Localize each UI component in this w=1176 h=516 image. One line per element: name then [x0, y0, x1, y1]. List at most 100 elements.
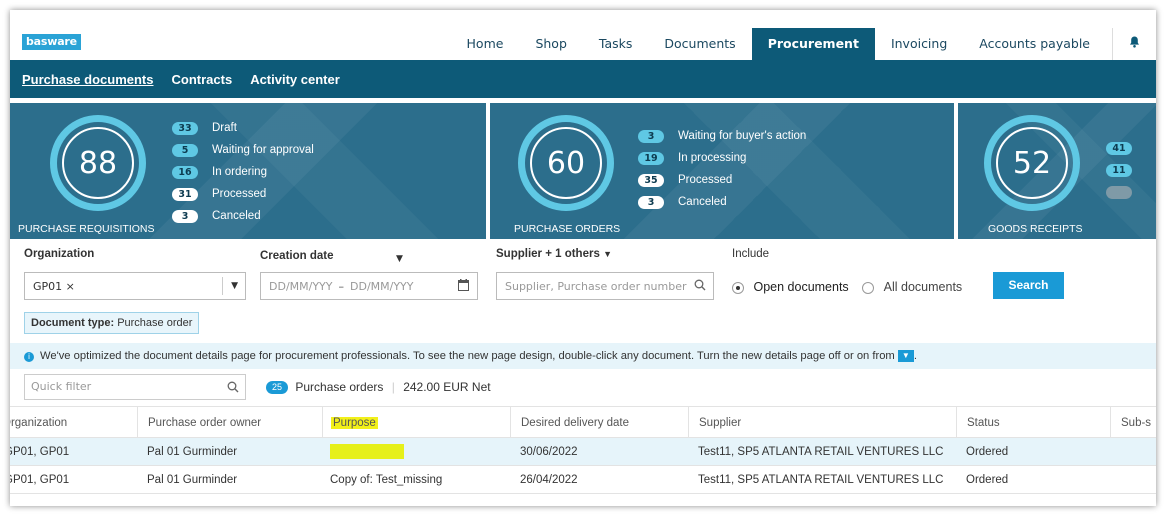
cell-delivery-date: 30/06/2022 — [520, 446, 578, 458]
orders-label: PURCHASE ORDERS — [514, 223, 621, 235]
basware-logo[interactable]: basware — [22, 34, 81, 50]
nav-tasks[interactable]: Tasks — [583, 28, 649, 60]
organization-value: GP01 × — [33, 279, 75, 293]
cell-owner: Pal 01 Gurminder — [147, 474, 238, 486]
legend-row[interactable]: 3 Waiting for buyer's action — [638, 125, 806, 147]
legend-row[interactable]: 33 Draft — [172, 117, 314, 139]
legend-row[interactable]: 3 Canceled — [638, 191, 806, 213]
chip-value: Purchase order — [117, 317, 193, 329]
requisitions-total: 88 — [78, 145, 118, 181]
supplier-search-input[interactable]: Supplier, Purchase order number — [496, 272, 714, 300]
tab-contracts[interactable]: Contracts — [172, 72, 233, 87]
col-purpose[interactable]: Purpose — [322, 407, 510, 437]
include-options: Open documents All documents — [732, 280, 962, 294]
search-button[interactable]: Search — [993, 272, 1064, 299]
include-label: Include — [732, 248, 770, 260]
bell-icon[interactable] — [1112, 28, 1156, 60]
count-pill: 16 — [172, 165, 198, 179]
legend-label: Waiting for approval — [212, 144, 314, 156]
legend-row[interactable]: 5 Waiting for approval — [172, 139, 314, 161]
chevron-down-icon[interactable]: ▼ — [396, 254, 403, 264]
col-organization-label: Organization — [10, 417, 68, 429]
count-pill: 35 — [638, 173, 664, 187]
open-documents-radio[interactable] — [732, 281, 744, 294]
legend-label: In processing — [678, 152, 747, 164]
legend-row[interactable]: 16 In ordering — [172, 161, 314, 183]
info-text: We've optimized the document details pag… — [40, 350, 895, 362]
nav-accounts-payable[interactable]: Accounts payable — [963, 28, 1106, 60]
orders-legend: 3 Waiting for buyer's action 19 In process… — [638, 125, 806, 213]
chevron-down-icon[interactable]: ▼ — [231, 281, 238, 291]
all-documents-radio[interactable] — [862, 281, 875, 294]
receipts-legend: 41 11 0 — [1106, 137, 1146, 203]
legend-row[interactable]: 3 Canceled — [172, 205, 314, 227]
table-header: Organization Purchase order owner Purpos… — [10, 406, 1156, 438]
sub-nav: Purchase documents Contracts Activity ce… — [10, 60, 1156, 98]
creation-date-label: Creation date — [260, 250, 334, 262]
calendar-icon[interactable] — [458, 279, 469, 294]
creation-date-range[interactable]: DD/MM/YYY – DD/MM/YYY — [260, 272, 478, 300]
col-delivery-date[interactable]: Desired delivery date — [510, 407, 688, 437]
legend-row[interactable]: 35 Processed — [638, 169, 806, 191]
cell-purpose — [330, 438, 510, 465]
cell-organization: GP01, GP01 — [10, 474, 70, 486]
purpose-highlight — [330, 444, 404, 460]
legend-row[interactable]: 0 — [1106, 181, 1146, 203]
requisitions-label: PURCHASE REQUISITIONS — [18, 223, 155, 235]
info-period: . — [913, 350, 917, 362]
nav-procurement[interactable]: Procurement — [751, 28, 875, 60]
col-supplier[interactable]: Supplier — [688, 407, 956, 437]
organization-label: Organization — [24, 248, 95, 260]
divider: | — [391, 380, 395, 394]
nav-invoicing[interactable]: Invoicing — [875, 28, 963, 60]
legend-label: In ordering — [212, 166, 267, 178]
all-documents-label[interactable]: All documents — [884, 280, 963, 294]
filter-bar: Organization GP01 × ▼ Creation date ▼ DD… — [10, 244, 1156, 304]
table-row[interactable]: GP01, GP01 Pal 01 Gurminder Copy of: Tes… — [10, 466, 1156, 494]
count-pill: 33 — [172, 121, 198, 135]
cell-status: Ordered — [966, 474, 1009, 486]
search-icon[interactable] — [694, 279, 706, 294]
summary-tiles: 88 PURCHASE REQUISITIONS 33 Draft 5 Waitin… — [10, 103, 1156, 239]
cell-organization: GP01, GP01 — [10, 446, 70, 458]
tab-purchase-documents[interactable]: Purchase documents — [22, 72, 154, 87]
count-pill: 0 — [1106, 185, 1132, 199]
open-documents-label[interactable]: Open documents — [753, 280, 848, 294]
col-owner[interactable]: Purchase order owner — [137, 407, 321, 437]
nav-home[interactable]: Home — [451, 28, 520, 60]
tile-purchase-orders[interactable]: 60 PURCHASE ORDERS 3 Waiting for buyer's … — [490, 103, 954, 239]
document-type-chip[interactable]: Document type: Purchase order — [24, 312, 200, 334]
tile-goods-receipts[interactable]: 52 GOODS RECEIPTS 41 11 0 — [958, 103, 1156, 239]
nav-documents[interactable]: Documents — [648, 28, 751, 60]
quick-filter-input[interactable]: Quick filter — [24, 374, 246, 400]
legend-label: Waiting for buyer's action — [678, 130, 807, 142]
legend-row[interactable]: 11 — [1106, 159, 1146, 181]
settings-dropdown-icon[interactable]: ▼ — [897, 350, 914, 363]
col-status[interactable]: Status — [956, 407, 1110, 437]
chip-key: Document type: — [31, 317, 115, 329]
legend-label: Draft — [212, 122, 237, 134]
info-icon: i — [24, 352, 34, 362]
receipts-ring: 52 — [984, 115, 1080, 211]
col-organization[interactable]: Organization — [10, 407, 134, 437]
legend-label: Canceled — [212, 210, 261, 222]
tab-activity-center[interactable]: Activity center — [250, 72, 340, 87]
count-pill: 31 — [172, 187, 198, 201]
tile-purchase-requisitions[interactable]: 88 PURCHASE REQUISITIONS 33 Draft 5 Waitin… — [10, 103, 486, 239]
date-to-input[interactable]: DD/MM/YYY — [350, 280, 414, 293]
legend-row[interactable]: 19 In processing — [638, 147, 806, 169]
organization-select[interactable]: GP01 × ▼ — [24, 272, 246, 300]
cell-supplier: Test11, SP5 ATLANTA RETAIL VENTURES LLC — [698, 474, 944, 486]
count-pill: 3 — [172, 209, 198, 223]
table-row[interactable]: GP01, GP01 Pal 01 Gurminder 30/06/2022 T… — [10, 438, 1156, 466]
search-icon[interactable] — [227, 375, 239, 399]
quick-filter-placeholder: Quick filter — [31, 380, 92, 393]
count-pill: 5 — [172, 143, 198, 157]
col-sub-status[interactable]: Sub-s — [1110, 407, 1156, 437]
legend-row[interactable]: 31 Processed — [172, 183, 314, 205]
nav-shop[interactable]: Shop — [519, 28, 582, 60]
date-from-input[interactable]: DD/MM/YYY — [269, 280, 333, 293]
count-pill: 11 — [1106, 163, 1132, 177]
legend-row[interactable]: 41 — [1106, 137, 1146, 159]
supplier-label[interactable]: Supplier + 1 others ▼ — [496, 248, 612, 260]
